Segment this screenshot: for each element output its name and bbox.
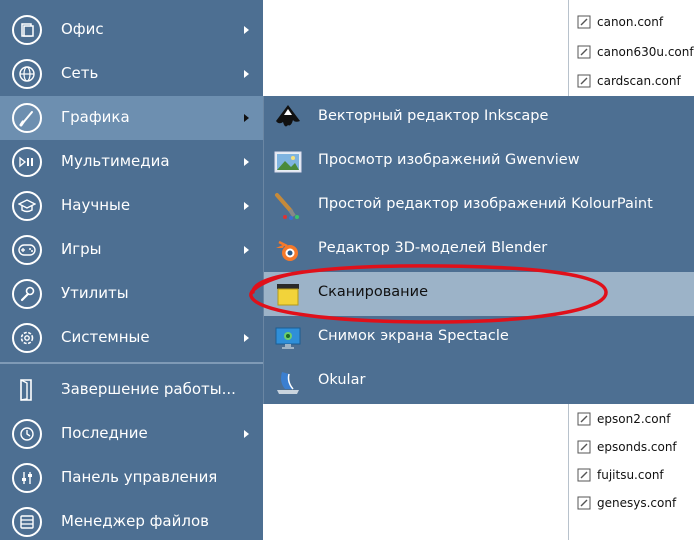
file-item[interactable]: canon630u.conf bbox=[568, 41, 694, 63]
submenu-item-gwenview[interactable]: Просмотр изображений Gwenview bbox=[264, 140, 694, 184]
text-file-icon bbox=[577, 74, 591, 88]
file-name: canon.conf bbox=[597, 15, 664, 29]
brush-icon bbox=[12, 103, 42, 133]
submenu-item-label: Сканирование bbox=[318, 284, 429, 300]
exit-door-icon bbox=[12, 375, 42, 405]
scanner-icon bbox=[272, 278, 304, 310]
file-name: epsonds.conf bbox=[597, 440, 677, 454]
pane-divider bbox=[568, 404, 569, 540]
pane-divider bbox=[568, 0, 569, 96]
file-item[interactable]: canon.conf bbox=[568, 11, 663, 33]
file-name: cardscan.conf bbox=[597, 74, 681, 88]
control-panel-icon bbox=[12, 463, 42, 493]
chevron-right-icon bbox=[244, 26, 249, 34]
gwenview-icon bbox=[272, 146, 304, 178]
file-name: canon630u.conf bbox=[597, 45, 694, 59]
graduation-cap-icon bbox=[12, 191, 42, 221]
file-name: fujitsu.conf bbox=[597, 468, 664, 482]
history-icon bbox=[12, 419, 42, 449]
menu-item-label: Научные bbox=[61, 196, 131, 214]
submenu-item-label: Снимок экрана Spectacle bbox=[318, 328, 509, 344]
menu-item-control-panel[interactable]: Панель управления bbox=[0, 456, 263, 500]
inkscape-icon bbox=[272, 102, 304, 134]
chevron-right-icon bbox=[244, 70, 249, 78]
menu-item-multimedia[interactable]: Мультимедиа bbox=[0, 140, 263, 184]
menu-item-label: Системные bbox=[61, 328, 150, 346]
menu-item-science[interactable]: Научные bbox=[0, 184, 263, 228]
menu-item-network[interactable]: Сеть bbox=[0, 52, 263, 96]
chevron-right-icon bbox=[244, 114, 249, 122]
menu-item-label: Менеджер файлов bbox=[61, 512, 209, 530]
menu-item-shutdown[interactable]: Завершение работы... bbox=[0, 368, 263, 412]
menu-item-label: Панель управления bbox=[61, 468, 218, 486]
submenu-item-blender[interactable]: Редактор 3D-моделей Blender bbox=[264, 228, 694, 272]
blender-icon bbox=[272, 234, 304, 266]
submenu-item-spectacle[interactable]: Снимок экрана Spectacle bbox=[264, 316, 694, 360]
menu-item-label: Графика bbox=[61, 108, 130, 126]
submenu-item-label: Простой редактор изображений KolourPaint bbox=[318, 196, 653, 212]
globe-icon bbox=[12, 59, 42, 89]
file-manager-icon bbox=[12, 507, 42, 537]
chevron-right-icon bbox=[244, 334, 249, 342]
file-item[interactable]: epson2.conf bbox=[568, 408, 670, 430]
file-name: epson2.conf bbox=[597, 412, 671, 426]
text-file-icon bbox=[577, 412, 591, 426]
file-item[interactable]: fujitsu.conf bbox=[568, 464, 664, 486]
submenu-item-label: Векторный редактор Inkscape bbox=[318, 108, 549, 124]
media-icon bbox=[12, 147, 42, 177]
menu-item-system[interactable]: Системные bbox=[0, 316, 263, 360]
menu-item-office[interactable]: Офис bbox=[0, 8, 263, 52]
gamepad-icon bbox=[12, 235, 42, 265]
text-file-icon bbox=[577, 468, 591, 482]
menu-item-label: Офис bbox=[61, 20, 104, 38]
text-file-icon bbox=[577, 45, 591, 59]
graphics-submenu: Векторный редактор Inkscape Просмотр изо… bbox=[263, 96, 694, 404]
menu-item-label: Мультимедиа bbox=[61, 152, 170, 170]
text-file-icon bbox=[577, 440, 591, 454]
file-item[interactable]: cardscan.conf bbox=[568, 70, 681, 92]
wrench-icon bbox=[12, 279, 42, 309]
submenu-item-label: Редактор 3D-моделей Blender bbox=[318, 240, 548, 256]
chevron-right-icon bbox=[244, 430, 249, 438]
submenu-item-label: Просмотр изображений Gwenview bbox=[318, 152, 580, 168]
application-menu: Офис Сеть Графика Мультимедиа Научные Иг… bbox=[0, 0, 263, 540]
file-item[interactable]: genesys.conf bbox=[568, 492, 676, 514]
menu-item-label: Завершение работы... bbox=[61, 380, 236, 398]
chevron-right-icon bbox=[244, 246, 249, 254]
chevron-right-icon bbox=[244, 158, 249, 166]
file-item[interactable]: epsonds.conf bbox=[568, 436, 677, 458]
menu-item-games[interactable]: Игры bbox=[0, 228, 263, 272]
menu-item-utilities[interactable]: Утилиты bbox=[0, 272, 263, 316]
menu-item-recent[interactable]: Последние bbox=[0, 412, 263, 456]
file-name: genesys.conf bbox=[597, 496, 677, 510]
submenu-item-okular[interactable]: Okular bbox=[264, 360, 694, 404]
submenu-item-scanning[interactable]: Сканирование bbox=[264, 272, 694, 316]
menu-item-graphics[interactable]: Графика bbox=[0, 96, 263, 140]
kolourpaint-icon bbox=[272, 190, 304, 222]
text-file-icon bbox=[577, 496, 591, 510]
menu-item-file-manager[interactable]: Менеджер файлов bbox=[0, 500, 263, 544]
text-file-icon bbox=[577, 15, 591, 29]
menu-item-label: Утилиты bbox=[61, 284, 129, 302]
submenu-item-inkscape[interactable]: Векторный редактор Inkscape bbox=[264, 96, 694, 140]
menu-item-label: Игры bbox=[61, 240, 102, 258]
menu-item-label: Сеть bbox=[61, 64, 99, 82]
office-icon bbox=[12, 15, 42, 45]
spectacle-icon bbox=[272, 322, 304, 354]
gear-icon bbox=[12, 323, 42, 353]
menu-divider bbox=[0, 362, 263, 364]
submenu-item-kolourpaint[interactable]: Простой редактор изображений KolourPaint bbox=[264, 184, 694, 228]
okular-icon bbox=[272, 366, 304, 398]
menu-item-label: Последние bbox=[61, 424, 148, 442]
chevron-right-icon bbox=[244, 202, 249, 210]
submenu-item-label: Okular bbox=[318, 372, 366, 388]
